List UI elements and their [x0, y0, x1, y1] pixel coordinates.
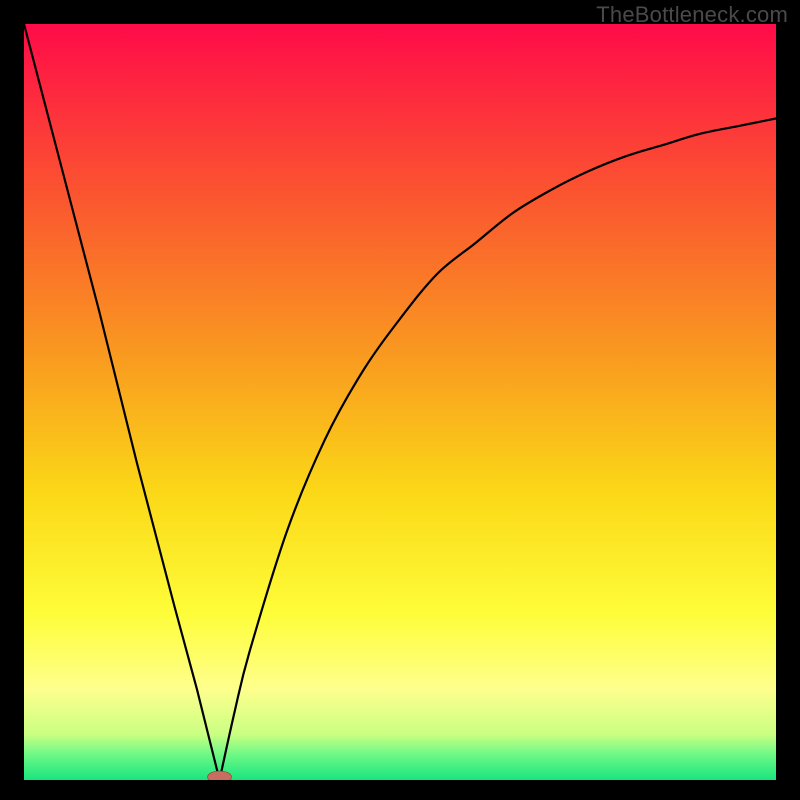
gradient-plane [24, 24, 776, 780]
bottleneck-chart [24, 24, 776, 780]
watermark-label: TheBottleneck.com [596, 2, 788, 28]
plot-area [24, 24, 776, 780]
chart-frame: TheBottleneck.com [0, 0, 800, 800]
